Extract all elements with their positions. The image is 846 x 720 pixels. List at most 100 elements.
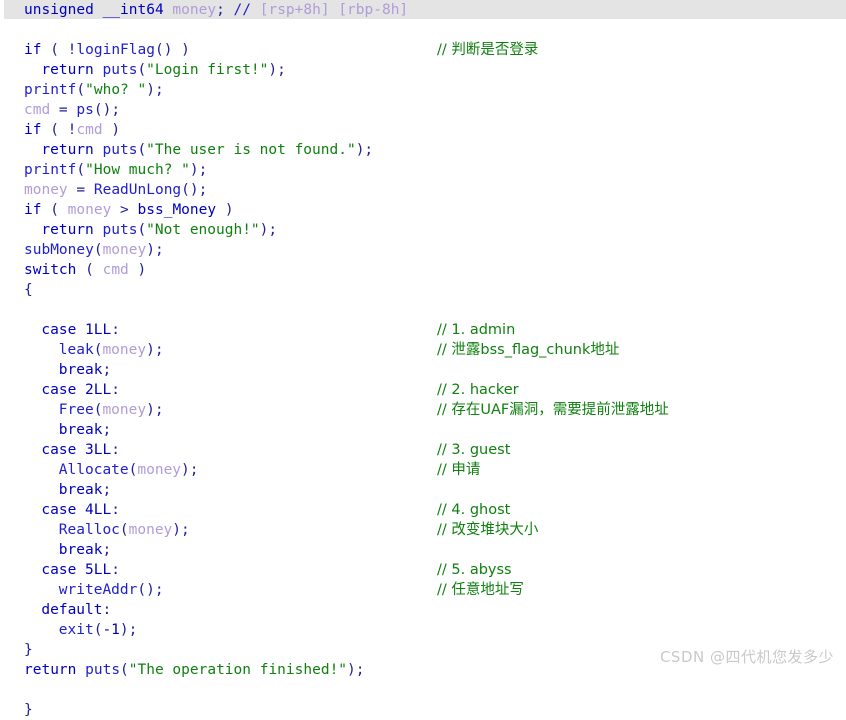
code-line[interactable]: default: xyxy=(0,600,846,620)
code-statement: } xyxy=(24,700,33,720)
code-token: cmd xyxy=(102,262,129,278)
code-line[interactable] xyxy=(0,20,846,40)
code-token: ( xyxy=(41,122,68,138)
code-line[interactable]: leak(money); // 泄露bss_flag_chunk地址 xyxy=(0,340,846,360)
code-statement: writeAddr(); xyxy=(59,580,164,600)
code-line[interactable]: case 4LL: // 4. ghost xyxy=(0,500,846,520)
code-token: case xyxy=(41,562,77,578)
code-line[interactable]: Realloc(money); // 改变堆块大小 xyxy=(0,520,846,540)
code-line[interactable]: break; xyxy=(0,480,846,500)
code-token: __int64 xyxy=(102,2,164,18)
code-line[interactable]: case 3LL: // 3. guest xyxy=(0,440,846,460)
left-gutter xyxy=(0,0,4,685)
code-line[interactable]: break; xyxy=(0,360,846,380)
code-token: cmd xyxy=(24,102,51,118)
code-token: printf xyxy=(24,82,77,98)
code-statement: case 1LL: xyxy=(41,320,120,340)
code-token: ); xyxy=(119,622,138,638)
code-line[interactable]: case 5LL: // 5. abyss xyxy=(0,560,846,580)
code-token: puts xyxy=(102,62,138,78)
code-token: switch xyxy=(24,262,77,278)
code-token: leak xyxy=(58,342,94,358)
code-token: case xyxy=(41,322,77,338)
code-line[interactable] xyxy=(0,300,846,320)
code-token: ); xyxy=(181,462,199,478)
code-token: ( xyxy=(76,262,103,278)
code-token: [rsp+8h] [rbp-8h] xyxy=(251,2,409,18)
code-line[interactable]: writeAddr(); // 任意地址写 xyxy=(0,580,846,600)
code-token: 3LL xyxy=(85,442,112,458)
code-line[interactable]: Free(money); // 存在UAF漏洞，需要提前泄露地址 xyxy=(0,400,846,420)
code-line[interactable]: break; xyxy=(0,420,846,440)
code-line[interactable]: printf("who? "); xyxy=(0,80,846,100)
code-token: Free xyxy=(58,402,94,418)
code-line[interactable]: subMoney(money); xyxy=(0,240,846,260)
code-comment: // 判断是否登录 xyxy=(437,42,539,58)
code-token: -1 xyxy=(102,622,120,638)
code-line[interactable]: return puts("Not enough!"); xyxy=(0,220,846,240)
code-line[interactable]: return puts("The user is not found."); xyxy=(0,140,846,160)
code-token: return xyxy=(41,222,94,238)
code-token: ) xyxy=(216,202,234,218)
code-statement: exit(-1); xyxy=(59,620,138,640)
code-line[interactable]: if ( money > bss_Money ) xyxy=(0,200,846,220)
code-line[interactable]: } xyxy=(0,700,846,720)
code-line[interactable]: cmd = ps(); xyxy=(0,100,846,120)
code-line[interactable]: switch ( cmd ) xyxy=(0,260,846,280)
code-comment: // 任意地址写 xyxy=(437,582,524,598)
code-line[interactable]: case 2LL: // 2. hacker xyxy=(0,380,846,400)
code-statement: case 2LL: xyxy=(41,380,120,400)
code-statement: if ( !cmd ) xyxy=(24,120,120,140)
code-line[interactable]: unsigned __int64 money; // [rsp+8h] [rbp… xyxy=(0,0,846,20)
code-token: "Not enough!" xyxy=(146,222,260,238)
code-token: money xyxy=(67,202,112,218)
code-token: () ) xyxy=(154,42,190,58)
code-token: printf xyxy=(24,162,77,178)
code-token: ; xyxy=(102,362,112,378)
code-token: : xyxy=(111,562,120,578)
code-token: money xyxy=(172,2,217,18)
code-token: > xyxy=(111,202,138,218)
code-line[interactable]: money = ReadUnLong(); xyxy=(0,180,846,200)
code-statement: printf("How much? "); xyxy=(24,160,207,180)
code-token: ( xyxy=(76,162,86,178)
code-line[interactable]: { xyxy=(0,280,846,300)
code-token: : xyxy=(102,602,112,618)
code-token: ); xyxy=(268,62,286,78)
code-token: break xyxy=(58,542,103,558)
code-token: ); xyxy=(172,522,190,538)
code-comment: // 泄露bss_flag_chunk地址 xyxy=(437,342,620,358)
code-line[interactable]: exit(-1); xyxy=(0,620,846,640)
code-lines-container[interactable]: unsigned __int64 money; // [rsp+8h] [rbp… xyxy=(0,0,846,718)
code-line[interactable]: printf("How much? "); xyxy=(0,160,846,180)
code-token: break xyxy=(58,422,103,438)
code-line[interactable]: return puts("Login first!"); xyxy=(0,60,846,80)
code-token: ); xyxy=(146,402,164,418)
code-statement: Free(money); xyxy=(59,400,164,420)
code-token: = xyxy=(50,102,77,118)
pseudocode-view[interactable]: unsigned __int64 money; // [rsp+8h] [rbp… xyxy=(0,0,846,718)
code-token: } xyxy=(24,702,33,718)
code-token: money xyxy=(24,182,68,198)
code-comment: // 4. ghost xyxy=(437,502,511,518)
code-line[interactable]: if ( !loginFlag() )// 判断是否登录 xyxy=(0,40,846,60)
code-token: ps xyxy=(76,102,94,118)
code-token: ); xyxy=(259,222,278,238)
code-token: Allocate xyxy=(58,462,129,478)
code-line[interactable]: case 1LL: // 1. admin xyxy=(0,320,846,340)
csdn-watermark: CSDN @四代机您发多少 xyxy=(659,648,834,666)
code-statement: break; xyxy=(59,480,111,500)
code-token: loginFlag xyxy=(76,42,155,58)
code-line[interactable] xyxy=(0,680,846,700)
code-comment: // 1. admin xyxy=(437,322,516,338)
code-comment: // 5. abyss xyxy=(437,562,512,578)
code-token: { xyxy=(24,282,33,298)
code-line[interactable]: Allocate(money); // 申请 xyxy=(0,460,846,480)
code-token: puts xyxy=(102,142,138,158)
code-token: ); xyxy=(355,142,374,158)
code-line[interactable]: if ( !cmd ) xyxy=(0,120,846,140)
code-line[interactable]: break; xyxy=(0,540,846,560)
